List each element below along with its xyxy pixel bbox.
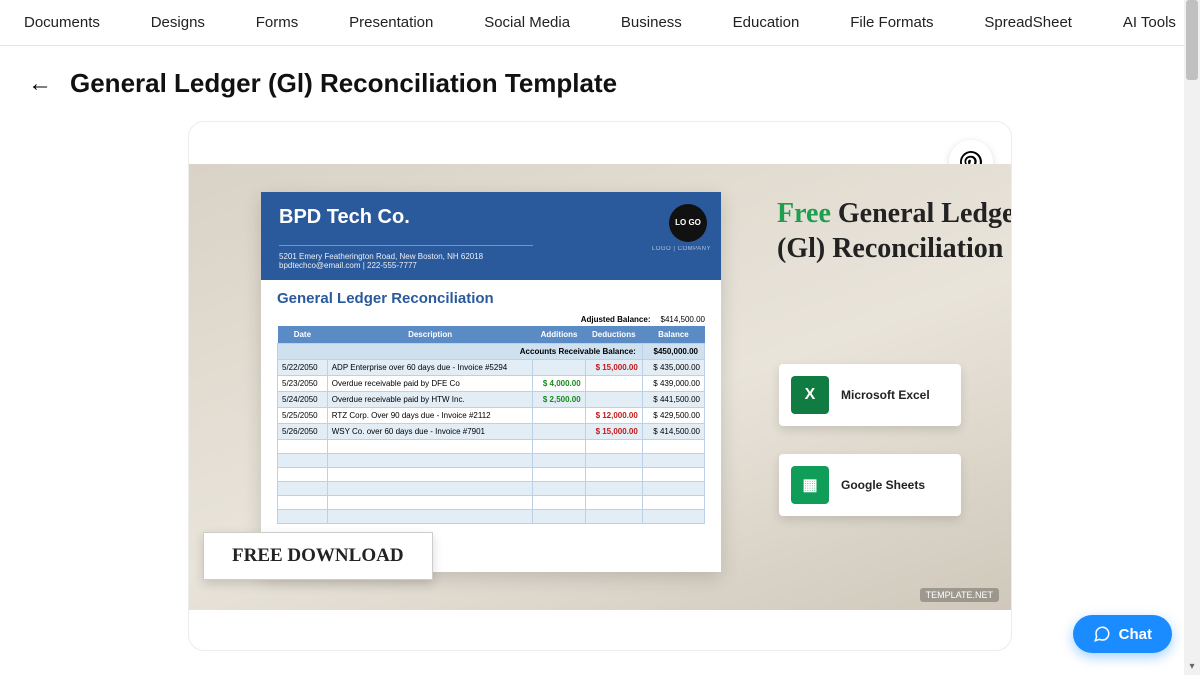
table-row: 5/26/2050WSY Co. over 60 days due - Invo…: [278, 424, 705, 440]
logo-subtext: LOGO | COMPANY: [652, 246, 711, 252]
table-row: 5/24/2050Overdue receivable paid by HTW …: [278, 392, 705, 408]
table-row: 5/22/2050ADP Enterprise over 60 days due…: [278, 360, 705, 376]
adjusted-balance: Adjusted Balance:$414,500.00: [277, 315, 705, 324]
page-header: ← General Ledger (Gl) Reconciliation Tem…: [0, 46, 1200, 121]
sheets-label: Google Sheets: [841, 478, 925, 492]
nav-forms[interactable]: Forms: [246, 14, 309, 31]
template-preview: BPD Tech Co. LO GO LOGO | COMPANY 5201 E…: [189, 164, 1011, 610]
nav-business[interactable]: Business: [611, 14, 692, 31]
document-mockup: BPD Tech Co. LO GO LOGO | COMPANY 5201 E…: [261, 192, 721, 572]
file-card-sheets: ▦ Google Sheets: [779, 454, 961, 516]
nav-file-formats[interactable]: File Formats: [840, 14, 943, 31]
page-title: General Ledger (Gl) Reconciliation Templ…: [70, 68, 617, 99]
company-address: 5201 Emery Featherington Road, New Bosto…: [279, 245, 533, 270]
col-description: Description: [327, 326, 533, 344]
table-row: [278, 482, 705, 496]
free-download-button[interactable]: FREE DOWNLOAD: [203, 532, 433, 580]
scroll-down-icon[interactable]: ▾: [1184, 659, 1200, 675]
col-deductions: Deductions: [585, 326, 642, 344]
chat-icon: [1093, 625, 1111, 643]
nav-presentation[interactable]: Presentation: [339, 14, 443, 31]
col-balance: Balance: [642, 326, 704, 344]
nav-social-media[interactable]: Social Media: [474, 14, 580, 31]
table-row: 5/25/2050RTZ Corp. Over 90 days due - In…: [278, 408, 705, 424]
sheets-icon: ▦: [791, 466, 829, 504]
watermark: TEMPLATE.NET: [920, 588, 999, 602]
table-row: 5/23/2050Overdue receivable paid by DFE …: [278, 376, 705, 392]
nav-designs[interactable]: Designs: [141, 14, 215, 31]
nav-documents[interactable]: Documents: [14, 14, 110, 31]
nav-education[interactable]: Education: [723, 14, 810, 31]
table-row: [278, 496, 705, 510]
doc-title: General Ledger Reconciliation: [277, 290, 705, 307]
ar-balance-value: $450,000.00: [642, 344, 704, 360]
chat-button[interactable]: Chat: [1073, 615, 1172, 653]
logo-icon: LO GO: [669, 204, 707, 242]
excel-icon: X: [791, 376, 829, 414]
back-arrow-icon[interactable]: ←: [28, 70, 52, 98]
chat-label: Chat: [1119, 626, 1152, 643]
overlay-title: Free General Ledger (Gl) Reconciliation: [777, 196, 1012, 266]
scrollbar-thumb[interactable]: [1186, 0, 1198, 80]
file-card-excel: X Microsoft Excel: [779, 364, 961, 426]
template-card: ‹ › BPD Tech Co. LO GO LOGO | COMPANY 52…: [188, 121, 1012, 651]
doc-header: BPD Tech Co. LO GO LOGO | COMPANY 5201 E…: [261, 192, 721, 280]
col-additions: Additions: [533, 326, 585, 344]
ledger-table: Date Description Additions Deductions Ba…: [277, 326, 705, 524]
top-nav: Documents Designs Forms Presentation Soc…: [0, 0, 1200, 46]
nav-ai-tools[interactable]: AI Tools: [1113, 14, 1186, 31]
company-name: BPD Tech Co.: [279, 206, 703, 229]
table-row: [278, 510, 705, 524]
table-row: [278, 468, 705, 482]
nav-spreadsheet[interactable]: SpreadSheet: [974, 14, 1082, 31]
table-row: [278, 440, 705, 454]
scrollbar[interactable]: ▴ ▾: [1184, 0, 1200, 675]
table-row: [278, 454, 705, 468]
excel-label: Microsoft Excel: [841, 388, 930, 402]
ar-balance-label: Accounts Receivable Balance:: [278, 344, 643, 360]
col-date: Date: [278, 326, 328, 344]
